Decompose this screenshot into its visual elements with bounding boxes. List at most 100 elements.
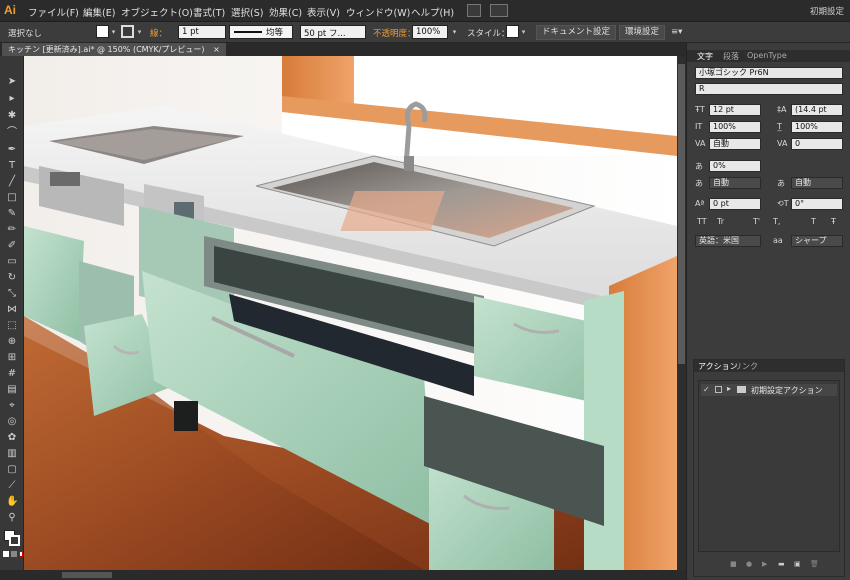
menu-file[interactable]: ファイル(F) [28, 5, 79, 19]
new-set-folder-icon[interactable]: ▬ [778, 560, 785, 568]
pencil-tool-icon[interactable]: ✏ [6, 224, 18, 236]
language-select[interactable]: 英語：米国 [695, 235, 761, 247]
pen-tool-icon[interactable]: ✒ [6, 144, 18, 156]
document-tab[interactable]: キッチン [更新済み].ai* @ 150% (CMYK/プレビュー) × [2, 43, 226, 56]
vertical-scale-field[interactable]: 100% [709, 121, 761, 133]
subscript-icon[interactable]: T, [773, 217, 780, 226]
artboard-canvas[interactable] [24, 56, 677, 570]
tab-paragraph[interactable]: 段落 [723, 51, 739, 62]
dialog-toggle-icon[interactable] [715, 386, 722, 393]
tracking-field[interactable]: 0 [791, 138, 843, 150]
graph-tool-icon[interactable]: ▥ [6, 448, 18, 460]
leading-field[interactable]: (14.4 pt [791, 104, 843, 116]
eyedropper-tool-icon[interactable]: ⌖ [6, 400, 18, 412]
trash-icon[interactable]: 🗑 [810, 560, 819, 568]
all-caps-icon[interactable]: TT [697, 217, 707, 226]
selection-tool-icon[interactable]: ➤ [6, 76, 18, 88]
fill-swatch[interactable] [96, 25, 109, 38]
stroke-weight-field[interactable]: 1 pt [178, 25, 226, 39]
vertical-scrollbar[interactable] [677, 56, 686, 570]
stroke-color-swatch[interactable] [9, 535, 20, 546]
font-family-select[interactable]: 小塚ゴシック Pr6N [695, 67, 843, 79]
arrange-documents-icon[interactable] [490, 4, 508, 17]
gradient-mode-icon[interactable] [11, 551, 17, 557]
perspective-grid-tool-icon[interactable]: ⊞ [6, 352, 18, 364]
paintbrush-tool-icon[interactable]: ✎ [6, 208, 18, 220]
style-swatch[interactable] [506, 25, 519, 38]
panel-menu-icon[interactable]: ≡▾ [671, 27, 682, 37]
menu-type[interactable]: 書式(T) [193, 5, 225, 19]
play-icon[interactable]: ▶ [762, 560, 767, 568]
small-caps-icon[interactable]: Tr [717, 217, 724, 226]
aki-right-select[interactable]: 自動 [791, 177, 843, 189]
magic-wand-tool-icon[interactable]: ✱ [6, 110, 18, 122]
line-tool-icon[interactable]: ╱ [6, 176, 18, 188]
chevron-down-icon[interactable]: ▾ [450, 25, 459, 39]
font-size-field[interactable]: 12 pt [709, 104, 761, 116]
menu-help[interactable]: ヘルプ(H) [411, 5, 454, 19]
stop-icon[interactable]: ■ [730, 560, 737, 568]
tsume-field[interactable]: 0% [709, 160, 761, 172]
document-setup-button[interactable]: ドキュメント設定 [536, 25, 617, 40]
lasso-tool-icon[interactable]: ⌒ [6, 127, 18, 139]
aki-left-select[interactable]: 自動 [709, 177, 761, 189]
close-icon[interactable]: × [213, 45, 220, 54]
record-icon[interactable]: ● [746, 560, 752, 568]
hand-tool-icon[interactable]: ✋ [6, 496, 18, 508]
artboard-tool-icon[interactable]: ▢ [6, 464, 18, 476]
width-tool-icon[interactable]: ⋈ [6, 304, 18, 316]
symbol-sprayer-tool-icon[interactable]: ✿ [6, 432, 18, 444]
direct-selection-tool-icon[interactable]: ▸ [6, 93, 18, 105]
menu-effect[interactable]: 効果(C) [269, 5, 302, 19]
superscript-icon[interactable]: T' [753, 217, 760, 226]
blend-tool-icon[interactable]: ◎ [6, 416, 18, 428]
eraser-tool-icon[interactable]: ▭ [6, 256, 18, 268]
new-action-icon[interactable]: ▣ [794, 560, 801, 568]
type-tool-icon[interactable]: T [6, 160, 18, 172]
tab-character[interactable]: 文字 [697, 51, 713, 62]
free-transform-tool-icon[interactable]: ⬚ [6, 320, 18, 332]
gradient-tool-icon[interactable]: ▤ [6, 384, 18, 396]
stroke-profile-field[interactable]: 均等 [229, 25, 293, 39]
rotate-tool-icon[interactable]: ↻ [6, 272, 18, 284]
scale-tool-icon[interactable]: ⤡ [6, 288, 18, 300]
tab-links[interactable]: リンク [734, 361, 758, 372]
brush-field[interactable]: 50 pt フ... [300, 25, 366, 39]
opacity-field[interactable]: 100% [412, 25, 448, 39]
menu-select[interactable]: 選択(S) [231, 5, 263, 19]
chevron-down-icon[interactable]: ▾ [109, 25, 118, 39]
menu-object[interactable]: オブジェクト(O) [121, 5, 193, 19]
rectangle-tool-icon[interactable]: □ [6, 192, 18, 204]
underline-icon[interactable]: T [811, 217, 816, 226]
preferences-button[interactable]: 環境設定 [619, 25, 666, 40]
stroke-label[interactable]: 線： [150, 27, 167, 39]
kerning-field[interactable]: 自動 [709, 138, 761, 150]
baseline-shift-field[interactable]: 0 pt [709, 198, 761, 210]
horizontal-scale-field[interactable]: 100% [791, 121, 843, 133]
tab-actions[interactable]: アクション [698, 361, 738, 372]
zoom-tool-icon[interactable]: ⚲ [6, 512, 18, 524]
bridge-icon[interactable] [467, 4, 481, 17]
color-mode-icon[interactable] [3, 551, 9, 557]
anti-alias-select[interactable]: シャープ [791, 235, 843, 247]
rotation-field[interactable]: 0° [791, 198, 843, 210]
action-set-row[interactable]: ✓ ▸ 初期設定アクション [701, 384, 837, 396]
none-mode-icon[interactable] [19, 551, 23, 557]
mesh-tool-icon[interactable]: # [6, 368, 18, 380]
opacity-label[interactable]: 不透明度： [373, 27, 416, 39]
blob-brush-tool-icon[interactable]: ✐ [6, 240, 18, 252]
expand-triangle-icon[interactable]: ▸ [727, 384, 731, 393]
scroll-thumb[interactable] [678, 64, 685, 364]
stroke-swatch[interactable] [121, 25, 134, 38]
menu-view[interactable]: 表示(V) [307, 5, 340, 19]
chevron-down-icon[interactable]: ▾ [519, 25, 528, 39]
workspace-switcher[interactable]: 初期設定 [810, 5, 844, 17]
menu-window[interactable]: ウィンドウ(W) [346, 5, 410, 19]
menu-edit[interactable]: 編集(E) [83, 5, 115, 19]
shape-builder-tool-icon[interactable]: ⊕ [6, 336, 18, 348]
slice-tool-icon[interactable]: ⟋ [6, 480, 18, 492]
horizontal-scroll-thumb[interactable] [62, 572, 112, 578]
chevron-down-icon[interactable]: ▾ [135, 25, 144, 39]
font-style-select[interactable]: R [695, 83, 843, 95]
checkmark-icon[interactable]: ✓ [703, 385, 710, 394]
